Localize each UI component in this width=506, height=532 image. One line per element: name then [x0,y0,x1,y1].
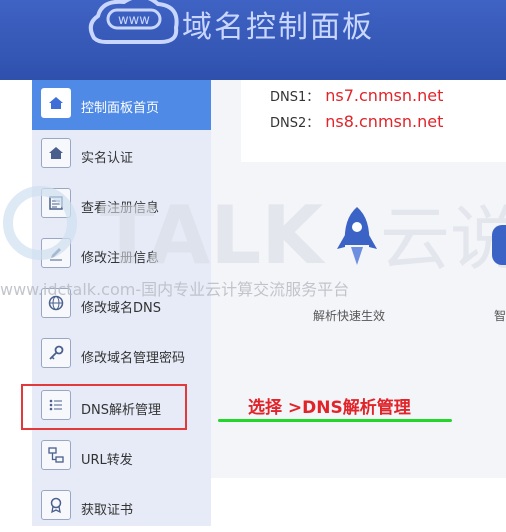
watermark-text: www.idctalk.com-国内专业云计算交流服务平台 [0,280,350,299]
home-icon [41,138,71,168]
sidebar-item-label: 实名认证 [81,151,134,166]
home-icon [41,88,71,118]
feature-label-fast-resolve: 解析快速生效 [313,309,386,323]
sidebar-item-label: 修改注册信息 [81,251,160,266]
header-banner: www 域名控制面板 [0,0,506,80]
sidebar-item-label: 修改域名管理密码 [81,351,186,366]
dns2-row: DNS2： ns8.cnmsn.net [270,112,443,131]
sidebar-item-label: 获取证书 [81,503,134,518]
sidebar-item-url-forward[interactable]: URL转发 [32,432,211,482]
sidebar-item-view-registration[interactable]: 查看注册信息 [32,180,211,230]
dns1-label: DNS1： [270,90,320,105]
sidebar-item-dashboard[interactable]: 控制面板首页 [32,80,211,130]
key-icon [41,338,71,368]
annotation-underline [218,419,452,422]
bottom-panel [211,478,506,526]
sidebar-item-label: 控制面板首页 [81,101,160,116]
document-icon [41,188,71,218]
page-title: 域名控制面板 [182,10,374,45]
dns1-row: DNS1： ns7.cnmsn.net [270,86,443,105]
left-gutter [0,80,32,526]
sidebar-item-certificate[interactable]: 获取证书 [32,482,211,532]
highlight-box [21,384,187,430]
dns1-value: ns7.cnmsn.net [325,86,444,105]
partial-feature-icon [492,225,506,265]
annotation-text: 选择 >DNS解析管理 [248,398,411,418]
svg-text:www: www [118,13,150,28]
sidebar-item-edit-registration[interactable]: 修改注册信息 [32,230,211,280]
network-icon [41,440,71,470]
rocket-icon [337,207,377,265]
sidebar-item-realname[interactable]: 实名认证 [32,130,211,180]
sidebar-item-edit-password[interactable]: 修改域名管理密码 [32,330,211,380]
dns2-label: DNS2： [270,116,320,131]
www-cloud-logo-icon: www [88,0,179,44]
certificate-icon [41,490,71,520]
sidebar-item-label: 查看注册信息 [81,201,160,216]
feature-label-partial: 智 [494,309,506,323]
dns2-value: ns8.cnmsn.net [325,112,444,131]
edit-icon [41,238,71,268]
sidebar-item-label: URL转发 [81,453,133,468]
